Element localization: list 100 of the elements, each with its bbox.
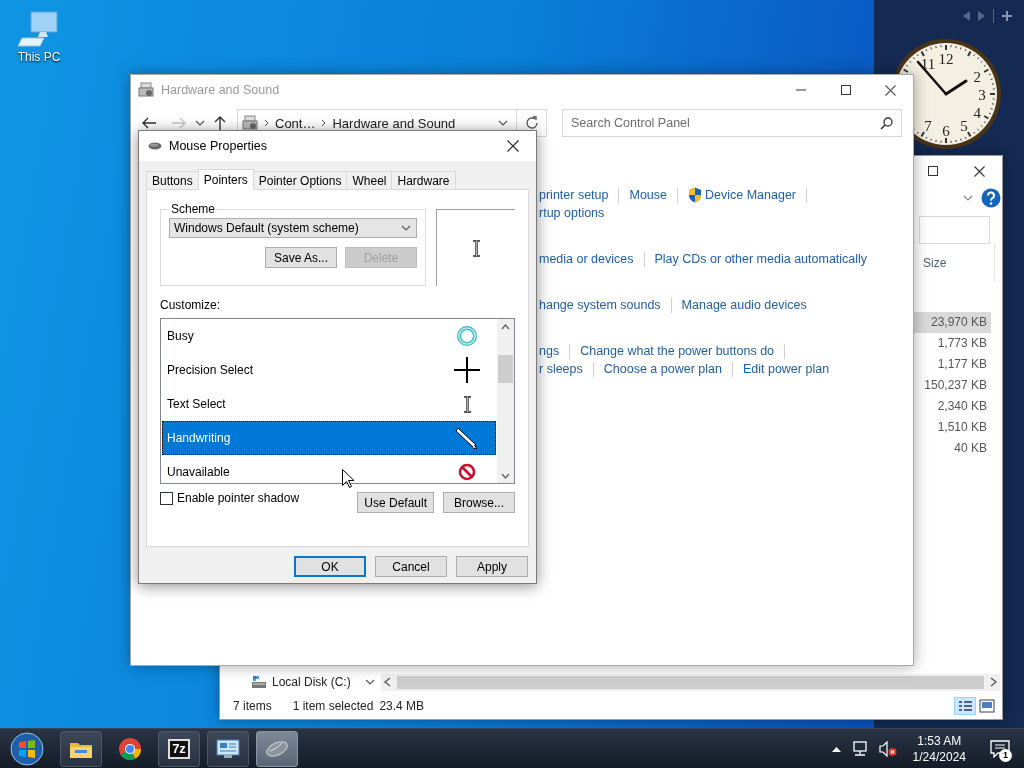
app-label: 7z <box>168 738 190 759</box>
clock-numeral: 11 <box>920 55 936 72</box>
file-size-cell-text: 1,773 KB <box>936 335 988 352</box>
show-hidden-icons-button[interactable] <box>831 745 841 752</box>
scroll-up-icon[interactable] <box>501 324 510 330</box>
clock-numeral: 6 <box>942 123 950 139</box>
link[interactable]: Manage audio devices <box>681 298 807 312</box>
forward-arrow-icon <box>171 116 187 130</box>
file-size-cell-text: 40 KB <box>953 440 988 457</box>
clock-numeral: 3 <box>978 87 986 103</box>
printer-icon <box>138 82 154 98</box>
round-logo-icon <box>118 736 142 761</box>
ring-icon <box>456 325 478 347</box>
file-size-cell-text: 150,237 KB <box>923 377 988 394</box>
link[interactable]: Choose a power plan <box>603 362 722 376</box>
breadcrumb-item[interactable]: Cont… <box>275 115 316 131</box>
tab[interactable]: Hardware <box>391 171 456 189</box>
mouse-icon <box>264 739 290 758</box>
link[interactable]: printer setup <box>539 188 609 202</box>
mouse-icon <box>148 142 162 150</box>
link[interactable]: Edit power plan <box>742 362 830 376</box>
window-title: Hardware and Sound <box>161 83 280 97</box>
status-text: 7 items <box>233 699 272 713</box>
link[interactable]: r sleeps <box>539 362 583 376</box>
status-text: 1 item selected <box>292 699 374 713</box>
scrollbar-thumb[interactable] <box>498 355 513 383</box>
list-item[interactable]: Unavailable <box>162 455 496 483</box>
tab[interactable]: Pointers <box>197 169 254 190</box>
button[interactable]: Use Default <box>357 492 434 513</box>
list-item[interactable]: Handwriting <box>162 421 496 455</box>
search-icon[interactable] <box>880 116 893 130</box>
taskbar-app[interactable]: 7z <box>158 730 200 767</box>
taskbar-app[interactable] <box>256 730 298 767</box>
help-icon[interactable] <box>981 188 1001 208</box>
file-size-cell-text: 1,510 KB <box>936 419 988 436</box>
column-header[interactable]: Size <box>921 244 995 282</box>
scroll-down-icon[interactable] <box>501 473 510 479</box>
button[interactable]: OK <box>294 556 366 577</box>
volume-button[interactable] <box>878 740 897 757</box>
details-view-icon[interactable] <box>954 697 976 715</box>
drive-icon <box>251 675 267 689</box>
link[interactable]: hange system sounds <box>539 298 661 312</box>
file-size-cell: 23,970 KB <box>914 312 991 333</box>
link[interactable]: Device Manager <box>688 187 797 203</box>
link[interactable]: Change what the power buttons do <box>580 344 775 358</box>
clock-numeral: 7 <box>924 118 932 135</box>
i-beam-icon <box>471 239 481 257</box>
link[interactable]: Play CDs or other media automatically <box>654 252 868 266</box>
vertical-scrollbar[interactable] <box>497 319 514 483</box>
scheme-dropdown[interactable]: Windows Default (system scheme) <box>169 218 417 238</box>
up-button[interactable] <box>213 115 227 131</box>
mouse-pointer-icon <box>342 469 354 488</box>
taskbar-app[interactable] <box>207 730 249 767</box>
status-text: 23.4 MB <box>379 699 425 713</box>
tree-item[interactable]: Local Disk (C:) <box>272 675 351 689</box>
clock-numeral: 4 <box>973 105 981 121</box>
network-button[interactable] <box>850 740 869 757</box>
taskbar-clock[interactable]: 1:53 AM 1/24/2024 <box>906 732 972 765</box>
link[interactable]: rtup options <box>539 206 605 220</box>
speaker-muted-icon <box>878 740 897 757</box>
list-item[interactable]: Busy <box>162 319 496 353</box>
scroll-down-icon <box>365 679 375 685</box>
notifications-button[interactable]: 1 <box>982 730 1018 767</box>
taskbar-app[interactable] <box>60 730 102 767</box>
search-field[interactable] <box>919 216 990 244</box>
search-box[interactable]: Search Control Panel <box>562 109 902 137</box>
recent-pages-button[interactable] <box>195 120 205 126</box>
i-beam-icon <box>462 395 472 413</box>
horizontal-scrollbar[interactable] <box>381 673 1000 691</box>
dropdown-icon <box>498 120 508 126</box>
close-icon <box>973 165 985 177</box>
chevron-icon[interactable] <box>963 195 973 201</box>
file-size-cell-text: 2,340 KB <box>936 398 988 415</box>
cursor-list[interactable]: Busy Precision Select Text Select Handwriting Unavailable <box>160 318 515 484</box>
plus-icon[interactable] <box>1002 11 1012 21</box>
large-icons-view-icon[interactable] <box>979 699 995 713</box>
previous-arrow-icon[interactable] <box>963 11 970 21</box>
checkbox[interactable]: Enable pointer shadow <box>160 491 300 505</box>
breadcrumb-item[interactable]: Hardware and Sound <box>332 115 456 131</box>
link[interactable]: Mouse <box>629 188 667 202</box>
button[interactable]: Save As... <box>265 247 337 268</box>
back-button[interactable] <box>141 116 157 130</box>
back-arrow-icon <box>141 116 157 130</box>
list-item[interactable]: Text Select <box>162 387 496 421</box>
button[interactable]: Apply <box>456 556 528 577</box>
crosshair-icon <box>454 357 480 383</box>
button[interactable]: Browse... <box>443 492 515 513</box>
link[interactable]: ngs <box>539 344 560 358</box>
computer-icon <box>18 10 60 48</box>
link[interactable]: media or devices <box>539 252 634 266</box>
maximize-icon <box>840 85 851 95</box>
search-input[interactable]: Search Control Panel <box>571 116 872 130</box>
tab[interactable]: Pointer Options <box>252 171 348 189</box>
list-item[interactable]: Precision Select <box>162 353 496 387</box>
button[interactable]: Cancel <box>375 556 447 577</box>
next-arrow-icon[interactable] <box>978 11 985 21</box>
monitor-icon <box>216 738 240 759</box>
pen-icon <box>455 426 479 450</box>
tab[interactable]: Buttons <box>146 171 199 189</box>
close-icon <box>885 84 896 96</box>
